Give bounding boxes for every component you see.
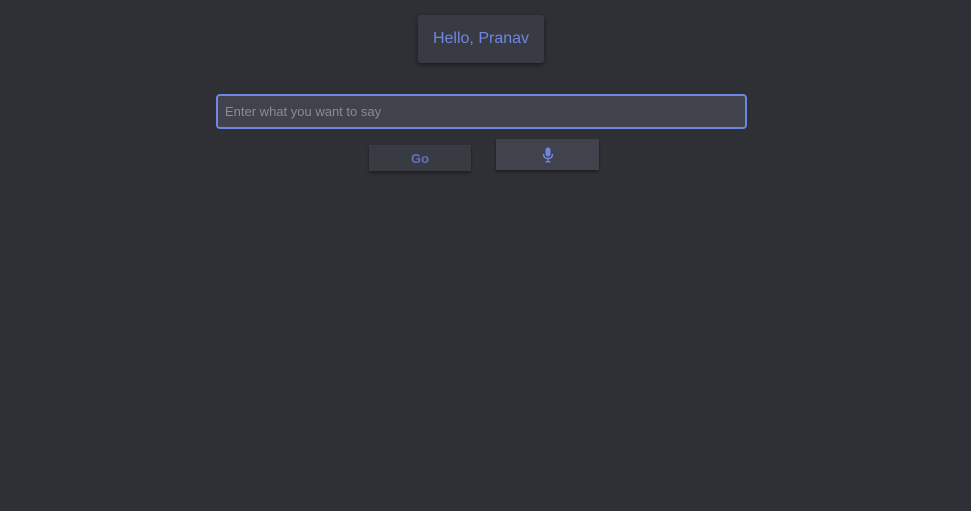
go-button-label: Go [410, 150, 430, 166]
page: Hello, Pranav Go [0, 0, 971, 511]
message-input[interactable] [218, 96, 745, 127]
microphone-icon [542, 147, 553, 163]
message-input-container [216, 94, 747, 129]
go-button[interactable]: Go [369, 145, 471, 171]
greeting-text: Hello, Pranav [432, 30, 530, 47]
greeting-card: Hello, Pranav [418, 15, 544, 63]
microphone-button[interactable] [496, 139, 599, 170]
